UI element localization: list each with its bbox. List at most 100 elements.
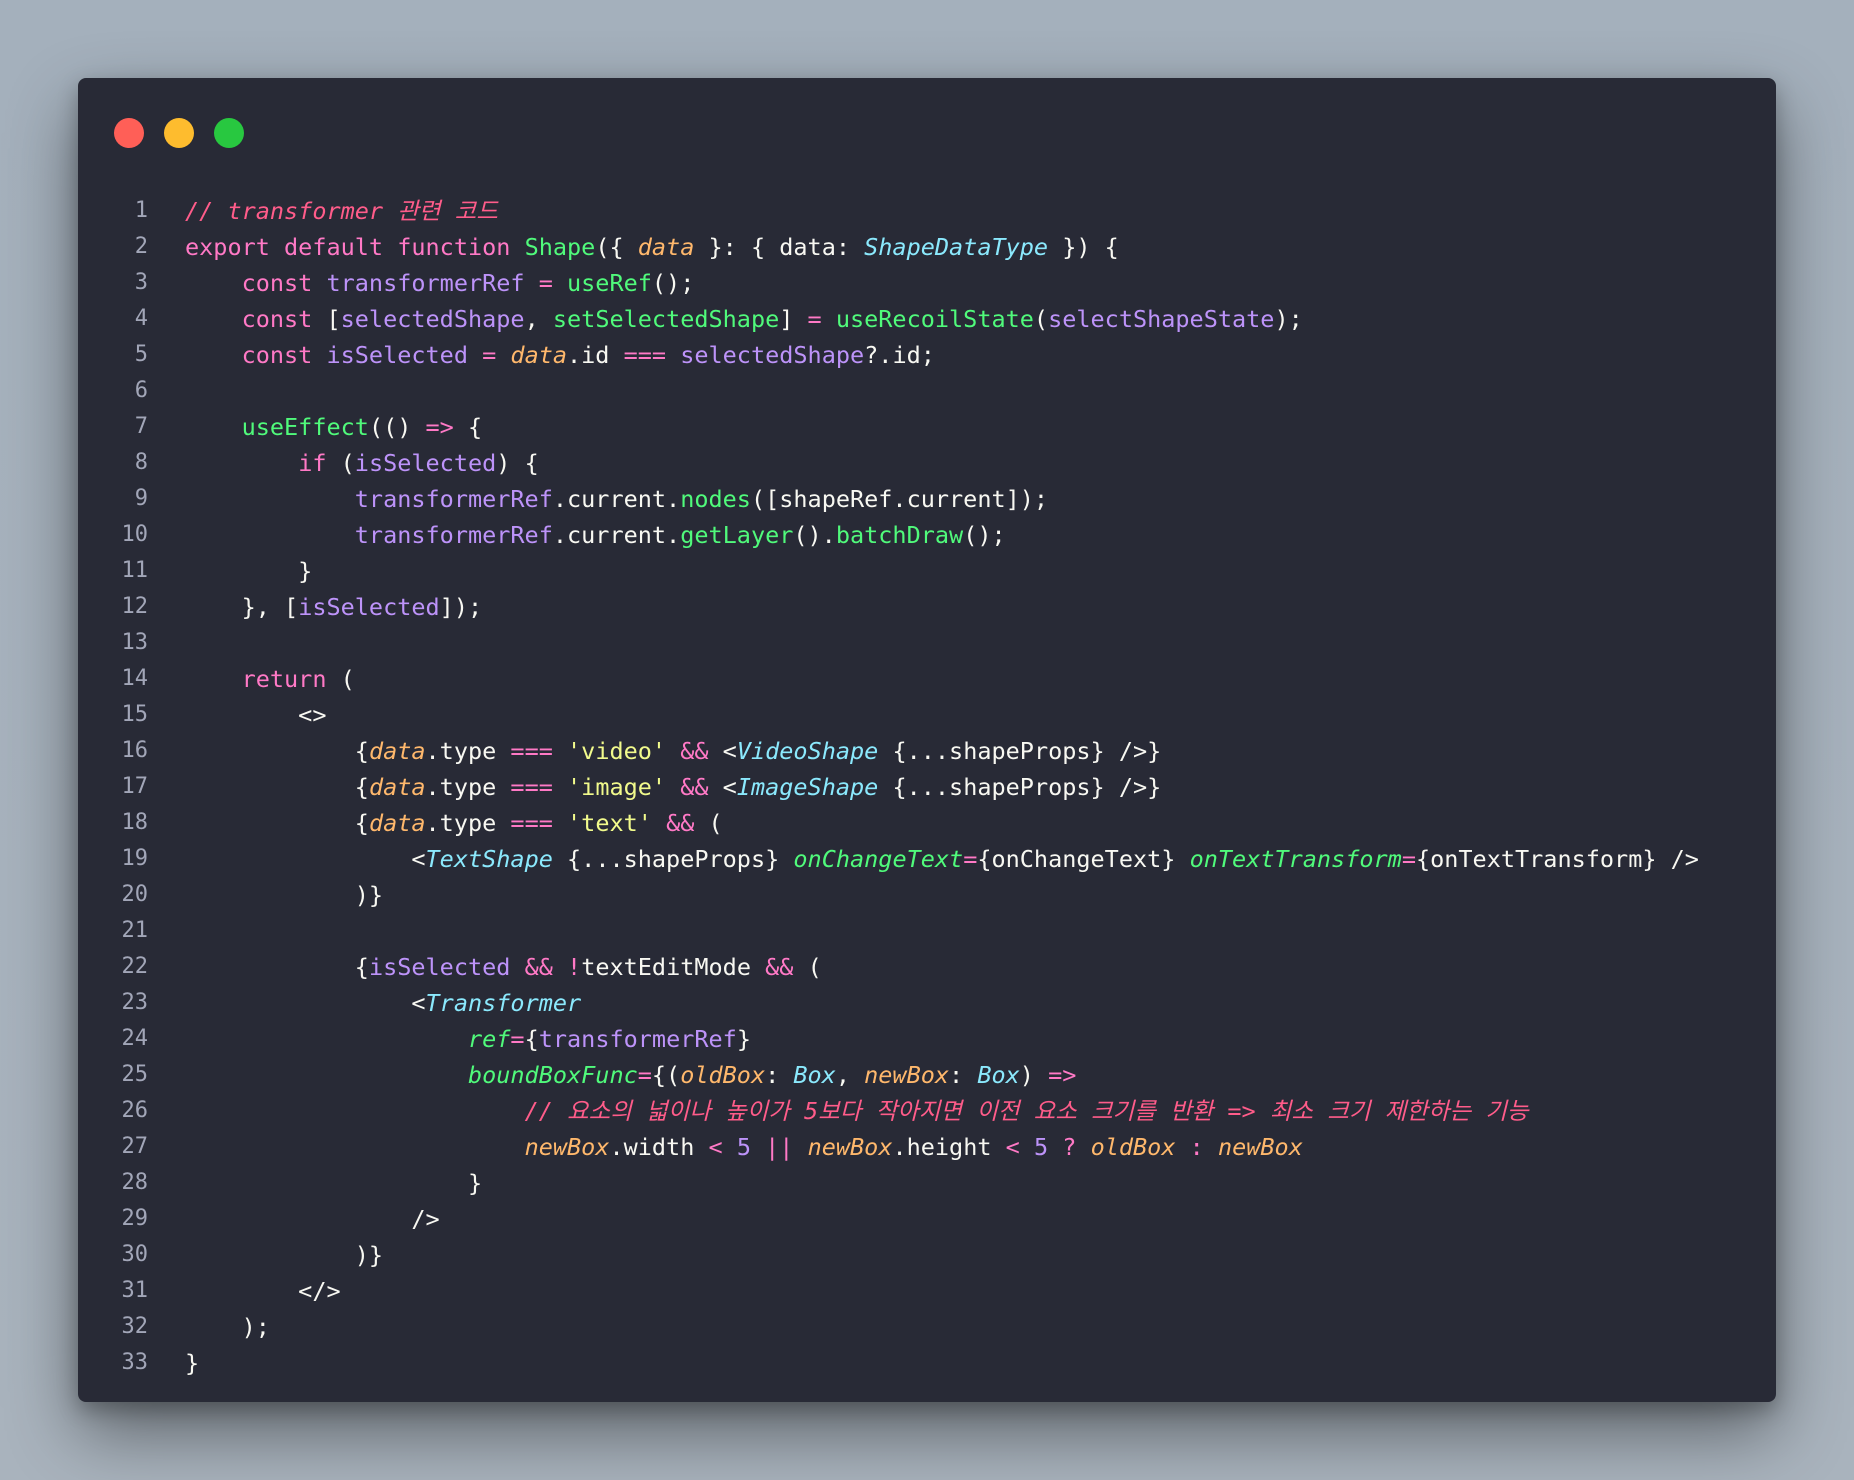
code-line: 15 <> <box>78 697 1776 733</box>
line-number: 11 <box>121 558 149 583</box>
code-token: getLayer <box>680 521 794 549</box>
code-text: ref={transformerRef} <box>185 1021 751 1057</box>
code-text: {isSelected && !textEditMode && ( <box>185 949 822 985</box>
code-token: newBox <box>1217 1133 1303 1161</box>
line-number: 28 <box>121 1170 149 1195</box>
code-token: // 요소의 넓이나 높이가 5보다 작아지면 이전 요소 크기를 반환 => … <box>524 1097 1529 1125</box>
code-token: < <box>708 773 737 801</box>
code-token: ( <box>326 665 355 693</box>
code-line: 16 {data.type === 'video' && <VideoShape… <box>78 733 1776 769</box>
code-line: 4 const [selectedShape, setSelectedShape… <box>78 301 1776 337</box>
code-line: 12 }, [isSelected]); <box>78 589 1776 625</box>
code-text: return ( <box>185 661 355 697</box>
line-number: 22 <box>121 954 149 979</box>
code-token: { <box>453 413 483 441</box>
line-number: 13 <box>121 630 149 655</box>
code-token: /> <box>185 1205 440 1233</box>
code-token: ) <box>1019 1061 1049 1089</box>
code-token: useEffect <box>241 413 369 441</box>
code-token: const <box>241 341 327 369</box>
code-line: 21 <box>78 913 1776 949</box>
code-token: selectedShape <box>680 341 865 369</box>
code-token: selectedShape <box>340 305 525 333</box>
code-token: VideoShape <box>736 737 879 765</box>
code-token: { <box>185 737 369 765</box>
code-token: , <box>835 1061 865 1089</box>
code-token: Shape <box>524 233 596 261</box>
code-token: ( <box>793 953 822 981</box>
code-token: oldBox <box>680 1061 766 1089</box>
code-text: ); <box>185 1309 270 1345</box>
code-token: = <box>510 1025 525 1053</box>
code-token: : <box>765 1061 794 1089</box>
line-number: 12 <box>121 594 149 619</box>
code-token: {onChangeText} <box>977 845 1190 873</box>
code-token: < <box>708 737 737 765</box>
code-line: 20 )} <box>78 877 1776 913</box>
code-token: ) { <box>496 449 539 477</box>
code-text: <> <box>185 697 326 733</box>
code-token: TextShape <box>425 845 553 873</box>
code-token: ImageShape <box>736 773 879 801</box>
code-line: 25 boundBoxFunc={(oldBox: Box, newBox: B… <box>78 1057 1776 1093</box>
code-token: => <box>425 413 454 441</box>
code-text: )} <box>185 1237 383 1273</box>
code-token: textEditMode <box>581 953 766 981</box>
code-token: data <box>368 773 426 801</box>
code-line: 30 )} <box>78 1237 1776 1273</box>
code-token: && <box>666 809 695 837</box>
code-token: transformerRef <box>538 1025 737 1053</box>
line-number: 30 <box>121 1242 149 1267</box>
close-dot-icon[interactable] <box>114 118 144 148</box>
code-token: const <box>241 269 327 297</box>
code-token: isSelected <box>298 593 440 621</box>
code-token: { <box>524 1025 539 1053</box>
code-token: </> <box>185 1277 341 1305</box>
code-token: (() <box>368 413 426 441</box>
code-text: {data.type === 'image' && <ImageShape {.… <box>185 769 1162 805</box>
code-token: < <box>1005 1133 1020 1161</box>
code-token: )} <box>185 1241 384 1269</box>
code-token: data <box>368 809 426 837</box>
code-token: 5 <box>736 1133 751 1161</box>
code-token: transformerRef <box>326 269 525 297</box>
code-token: === <box>510 773 553 801</box>
code-token: { <box>185 953 369 981</box>
line-number: 10 <box>121 522 149 547</box>
maximize-dot-icon[interactable] <box>214 118 244 148</box>
code-token: && <box>680 737 709 765</box>
minimize-dot-icon[interactable] <box>164 118 194 148</box>
code-line: 19 <TextShape {...shapeProps} onChangeTe… <box>78 841 1776 877</box>
code-text: }, [isSelected]); <box>185 589 483 625</box>
code-text: transformerRef.current.getLayer().batchD… <box>185 517 1006 553</box>
code-token: < <box>708 1133 723 1161</box>
code-line: 9 transformerRef.current.nodes([shapeRef… <box>78 481 1776 517</box>
code-token: return <box>241 665 327 693</box>
line-number: 20 <box>121 882 149 907</box>
code-token: : <box>1189 1133 1204 1161</box>
code-text: } <box>185 1165 482 1201</box>
code-token: = <box>963 845 978 873</box>
line-number: 27 <box>121 1134 149 1159</box>
code-token: (); <box>963 521 1006 549</box>
code-token: ); <box>1274 305 1303 333</box>
code-text: <Transformer <box>185 985 581 1021</box>
code-text: const [selectedShape, setSelectedShape] … <box>185 301 1303 337</box>
code-token: === <box>510 737 553 765</box>
line-number: 14 <box>121 666 149 691</box>
code-token: = <box>1401 845 1416 873</box>
code-token: selectShapeState <box>1048 305 1275 333</box>
code-line: 22 {isSelected && !textEditMode && ( <box>78 949 1776 985</box>
code-token: onChangeText <box>793 845 964 873</box>
code-token: if <box>298 449 341 477</box>
code-token: batchDraw <box>835 521 964 549</box>
code-token: export default function <box>185 233 525 261</box>
code-token: isSelected <box>326 341 468 369</box>
